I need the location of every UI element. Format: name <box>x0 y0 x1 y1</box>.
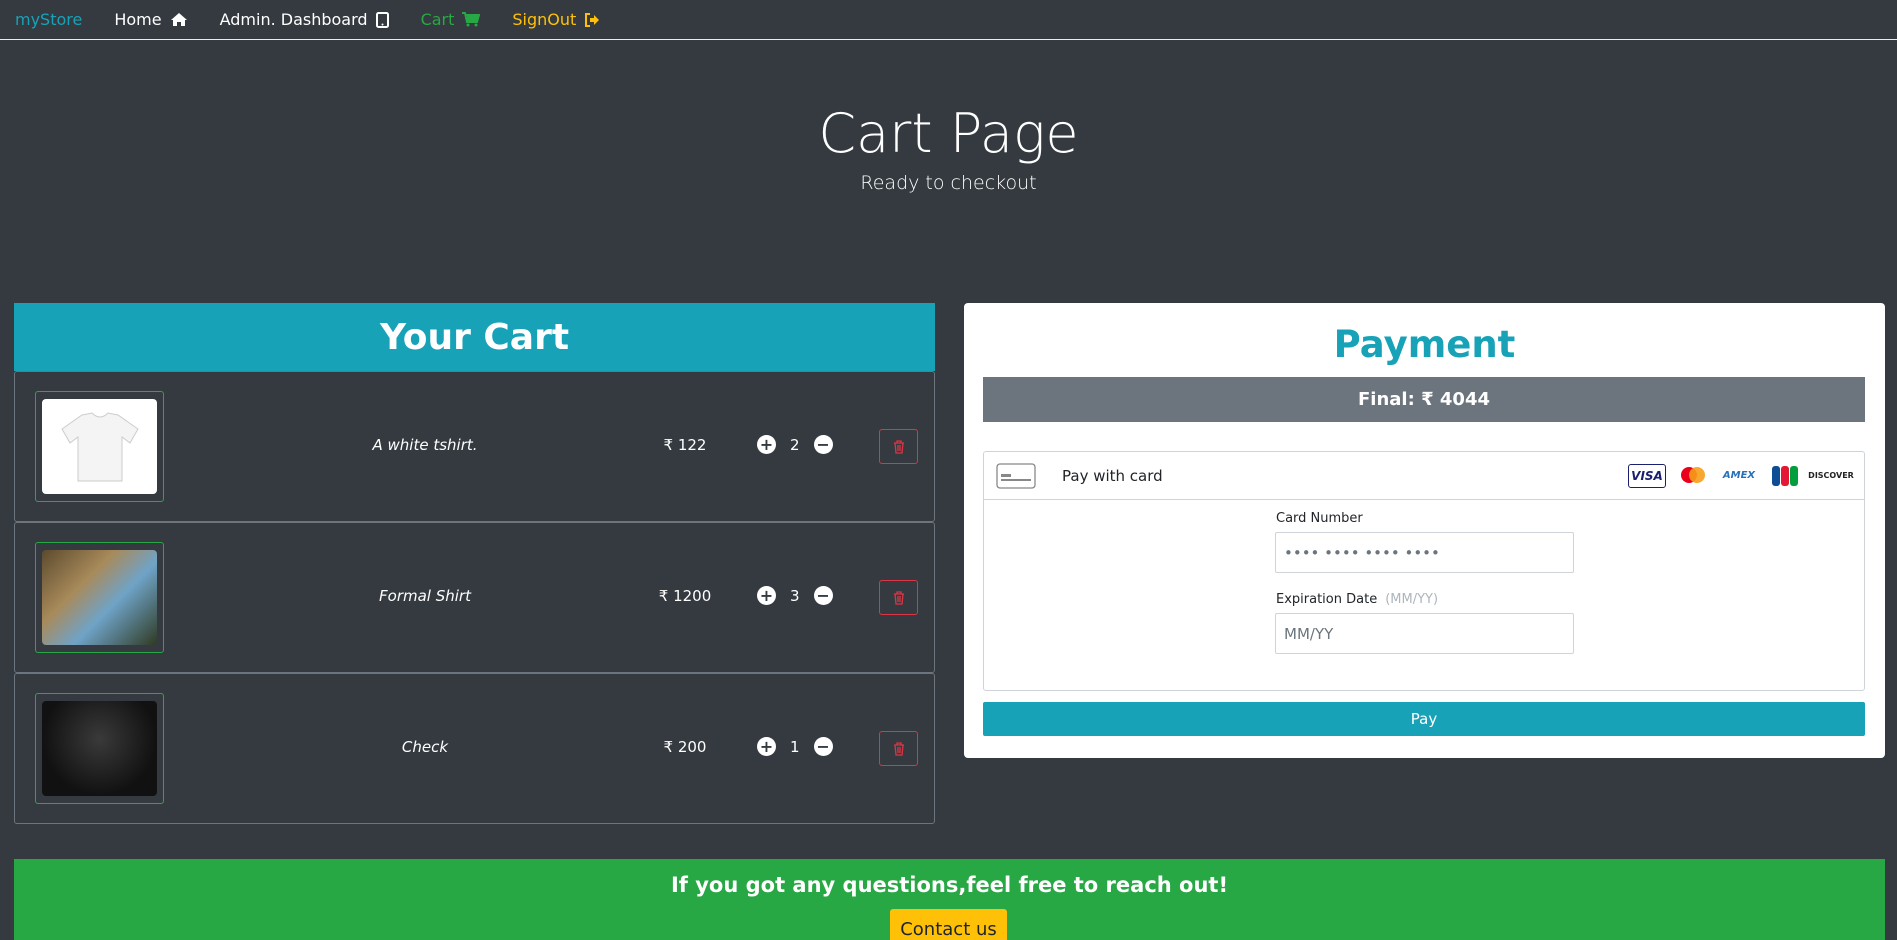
minus-icon[interactable]: − <box>813 435 833 454</box>
cart-item: Formal Shirt ₹ 1200 + 3 − <box>14 522 935 673</box>
item-name: Formal Shirt <box>379 587 471 605</box>
discover-icon: DISCOVER <box>1808 471 1854 480</box>
item-quantity: 3 <box>790 586 800 605</box>
expiration-hint: (MM/YY) <box>1385 592 1439 607</box>
footer-text: If you got any questions,feel free to re… <box>670 873 1229 897</box>
amex-icon: AMEX <box>1722 470 1756 481</box>
item-price-value: 1200 <box>673 587 712 605</box>
item-price: ₹ 122 <box>635 436 735 454</box>
trash-icon <box>893 741 904 756</box>
card-brands: VISA AMEX DISCOVER <box>1628 463 1854 488</box>
home-icon <box>170 13 187 26</box>
item-price: ₹ 1200 <box>635 587 735 605</box>
nav-signout-label: SignOut <box>512 10 577 29</box>
item-name: A white tshirt. <box>372 436 478 454</box>
item-thumbnail <box>35 542 164 653</box>
minus-icon[interactable]: − <box>813 737 833 756</box>
delete-button[interactable] <box>879 429 918 464</box>
brand-link[interactable]: myStore <box>15 10 82 29</box>
nav-home-label: Home <box>114 10 162 29</box>
card-form: Pay with card VISA AMEX DISCOVER Card Nu… <box>983 451 1865 691</box>
expiration-input[interactable]: MM/YY <box>1275 613 1574 654</box>
item-quantity: 1 <box>790 737 800 756</box>
quantity-stepper: + 1 − <box>757 737 833 756</box>
item-price-value: 200 <box>677 738 707 756</box>
expiration-placeholder: MM/YY <box>1284 624 1334 643</box>
rupee-symbol: ₹ <box>663 738 674 756</box>
cart-item: Check ₹ 200 + 1 − <box>14 673 935 824</box>
credit-card-icon <box>996 462 1036 489</box>
navbar: myStore Home Admin. Dashboard Cart SignO… <box>0 0 1897 40</box>
nav-admin-dashboard[interactable]: Admin. Dashboard <box>220 10 389 29</box>
nav-signout[interactable]: SignOut <box>512 10 600 29</box>
page-title: Cart Page <box>818 102 1079 165</box>
item-quantity: 2 <box>790 435 800 454</box>
item-thumbnail <box>35 693 164 804</box>
item-price: ₹ 200 <box>635 738 735 756</box>
nav-cart-label: Cart <box>420 10 455 29</box>
quantity-stepper: + 3 − <box>757 586 833 605</box>
check-shirt-image <box>42 701 157 796</box>
cart-item: A white tshirt. ₹ 122 + 2 − <box>14 371 935 522</box>
plus-icon[interactable]: + <box>757 435 776 454</box>
nav-admin-label: Admin. Dashboard <box>219 10 368 29</box>
final-amount: 4044 <box>1439 389 1490 410</box>
tablet-icon <box>375 11 389 28</box>
nav-cart[interactable]: Cart <box>421 10 481 29</box>
card-number-label: Card Number <box>1276 511 1363 526</box>
white-tshirt-image <box>42 399 157 494</box>
payment-panel: Payment Final: ₹ 4044 Pay with card VISA… <box>964 303 1885 758</box>
expiration-label-text: Expiration Date <box>1276 592 1378 607</box>
cart-icon <box>462 12 481 27</box>
minus-icon[interactable]: − <box>813 586 833 605</box>
nav-home[interactable]: Home <box>114 10 187 29</box>
delete-button[interactable] <box>879 580 918 615</box>
footer: If you got any questions,feel free to re… <box>14 859 1885 940</box>
final-label: Final: <box>1358 389 1415 410</box>
jcb-icon <box>1766 464 1804 488</box>
expiration-label: Expiration Date (MM/YY) <box>1276 592 1438 607</box>
rupee-symbol: ₹ <box>658 587 669 605</box>
final-total: Final: ₹ 4044 <box>983 377 1865 422</box>
card-number-input[interactable]: •••• •••• •••• •••• <box>1275 532 1574 573</box>
sign-out-icon <box>585 12 600 27</box>
quantity-stepper: + 2 − <box>757 435 833 454</box>
card-number-placeholder: •••• •••• •••• •••• <box>1284 543 1440 562</box>
item-thumbnail <box>35 391 164 502</box>
item-price-value: 122 <box>677 436 707 454</box>
item-name: Check <box>401 738 449 756</box>
page-subtitle: Ready to checkout <box>860 172 1037 194</box>
rupee-symbol: ₹ <box>663 436 674 454</box>
cart-panel: Your Cart A white tshirt. ₹ 122 + 2 − Fo… <box>14 303 935 824</box>
cart-header: Your Cart <box>14 303 935 371</box>
card-number-label-text: Card Number <box>1276 511 1363 526</box>
visa-icon: VISA <box>1628 463 1666 488</box>
payment-title: Payment <box>1333 323 1516 366</box>
card-form-header: Pay with card VISA AMEX DISCOVER <box>984 452 1864 500</box>
rupee-symbol: ₹ <box>1421 389 1434 410</box>
pay-button[interactable]: Pay <box>983 702 1865 736</box>
contact-button[interactable]: Contact us <box>890 909 1007 940</box>
delete-button[interactable] <box>879 731 918 766</box>
pay-with-card-label: Pay with card <box>1062 466 1163 485</box>
plus-icon[interactable]: + <box>757 737 776 756</box>
trash-icon <box>893 439 904 454</box>
plus-icon[interactable]: + <box>757 586 776 605</box>
mastercard-icon <box>1674 464 1712 488</box>
formal-shirt-image <box>42 550 157 645</box>
trash-icon <box>893 590 904 605</box>
